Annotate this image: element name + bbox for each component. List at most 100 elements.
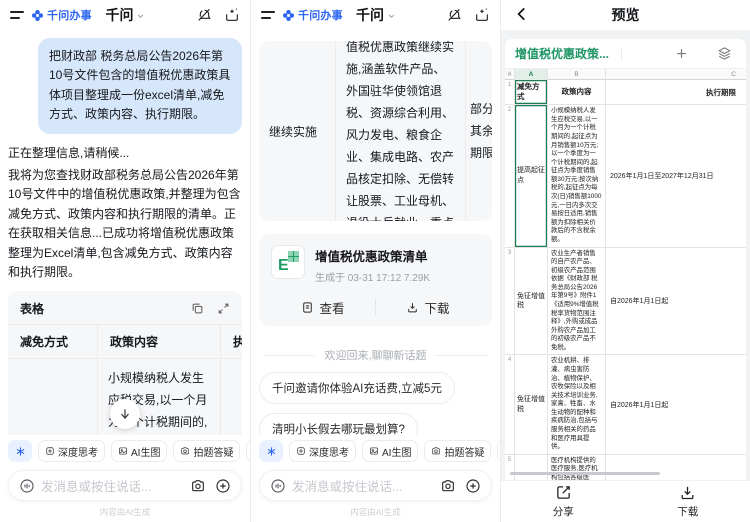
cell-period[interactable]: 自2026年1月1日起 xyxy=(606,355,746,453)
divider xyxy=(621,47,622,61)
add-sheet-icon[interactable] xyxy=(674,46,689,61)
sheet-tab[interactable]: 增值税优惠政策... xyxy=(515,45,609,62)
skills-chip[interactable] xyxy=(259,440,283,462)
preview-title: 预览 xyxy=(612,5,640,25)
horizontal-scrollbar[interactable] xyxy=(510,472,660,476)
download-file-button[interactable]: 下载 xyxy=(376,298,480,317)
cell-method[interactable]: 免征增值税 xyxy=(515,248,548,355)
ai-image-chip[interactable]: AI生图 xyxy=(362,440,418,462)
assistant-status-text: 正在整理信息,请稍候... xyxy=(8,144,242,161)
input-placeholder: 发消息或按住说话... xyxy=(292,476,440,495)
ai-image-icon xyxy=(118,446,128,456)
deep-think-chip[interactable]: 深度思考 xyxy=(38,440,105,462)
copy-icon[interactable] xyxy=(191,302,204,315)
photo-qa-chip[interactable]: 拍题答疑 xyxy=(424,440,491,462)
assistant-message-text: 我将为您查找财政部税务总局公告2026年第10号文件中的增值税优惠政策,并整理为… xyxy=(8,166,242,283)
chat-panel-left: 千问办事 千问 把财政部 税务总局公告2026年第10号文件包含的增值税优惠政策… xyxy=(0,0,250,522)
scroll-to-bottom-button[interactable] xyxy=(110,399,140,429)
cell-policy[interactable]: 小规模纳税人发生应税交易,以一个月为一个计税期间的,起征点为月销售额10万元;以… xyxy=(548,105,606,246)
ai-generated-note: 内容由AI生成 xyxy=(251,501,500,522)
cell-method[interactable]: 免征增值税 xyxy=(515,355,548,453)
expand-icon[interactable] xyxy=(217,302,230,315)
cell-policy[interactable]: 农业机耕、排灌、病虫害防治、植物保护、农牧保险以及相关技术培训业务,家禽、牲畜、… xyxy=(548,355,606,453)
cell-policy[interactable]: 医疗机构提供的医疗服务,医疗机构包括各级医院、门诊部、卫生院、疾控中心、妇幼保健… xyxy=(548,455,606,480)
cell-period[interactable]: 2026年1月1日至2027年12月31日 xyxy=(606,105,746,246)
cell-b1[interactable]: 政策内容 xyxy=(548,80,606,104)
input-placeholder: 发消息或按住说话... xyxy=(41,476,190,495)
menu-icon[interactable] xyxy=(261,11,275,18)
mute-icon[interactable] xyxy=(196,7,212,23)
tool-chips-row: 深度思考 AI生图 拍题答疑 AI生 xyxy=(251,440,500,462)
suggestion-chip[interactable]: 千问邀请你体验AI充话费,立减5元 xyxy=(259,372,455,404)
table-card-continued: 继续实施 值税优惠政策继续实施,涵盖软件产品、外国驻华使领馆退税、资源综合利用、… xyxy=(259,41,492,221)
preview-header: 预览 xyxy=(501,0,750,30)
model-selector[interactable]: 千问 xyxy=(356,5,395,25)
deep-think-chip[interactable]: 深度思考 xyxy=(289,440,356,462)
ai-image-label: AI生图 xyxy=(131,444,160,459)
view-file-label: 查看 xyxy=(319,298,344,317)
arrow-down-icon xyxy=(118,407,132,421)
chat-header: 千问办事 千问 xyxy=(251,0,500,30)
mute-icon[interactable] xyxy=(446,7,462,23)
back-button[interactable] xyxy=(513,5,531,23)
ai-generated-note: 内容由AI生成 xyxy=(0,501,250,522)
sheet-data-rows: 2 提高起征点 小规模纳税人发生应税交易,以一个月为一个计税期间的,起征点为月销… xyxy=(505,105,746,480)
skills-chip[interactable] xyxy=(8,440,32,462)
menu-icon[interactable] xyxy=(10,11,24,18)
file-meta: 生成于 03-31 17:12 7.29K xyxy=(315,269,430,284)
app-logo-text: 千问办事 xyxy=(298,7,343,23)
cell-period[interactable]: 自2026年1月1日起 xyxy=(606,248,746,355)
view-file-button[interactable]: 查看 xyxy=(271,298,375,317)
table-col-method: 减免方式 xyxy=(8,325,97,358)
cell-content: 值税优惠政策继续实施,涵盖软件产品、外国驻华使领馆退税、资源综合利用、风力发电、… xyxy=(346,41,455,221)
sheet-header-row: 1 减免方式 政策内容 执行期限 xyxy=(505,80,746,105)
cell-method[interactable]: 提高起征点 xyxy=(515,105,548,246)
sheets-layers-icon[interactable] xyxy=(717,46,732,61)
download-button[interactable]: 下载 xyxy=(626,481,750,522)
new-chat-icon[interactable] xyxy=(474,7,490,23)
table-col-content: 政策内容 xyxy=(97,325,220,358)
model-selector[interactable]: 千问 xyxy=(106,5,145,25)
share-button[interactable]: 分享 xyxy=(501,481,626,522)
download-label: 下载 xyxy=(677,504,698,519)
deep-think-icon xyxy=(296,446,306,456)
voice-icon[interactable] xyxy=(270,478,286,494)
voice-icon[interactable] xyxy=(19,478,35,494)
message-input[interactable]: 发消息或按住说话... xyxy=(259,470,492,501)
camera-icon[interactable] xyxy=(190,478,206,494)
model-title: 千问 xyxy=(356,5,384,25)
cell-c1[interactable]: 执行期限 xyxy=(606,80,746,104)
sparkle-icon xyxy=(266,446,277,457)
excel-file-icon: E xyxy=(271,245,305,279)
ai-video-chip[interactable]: AI生 xyxy=(497,440,500,462)
qianwen-logo-icon xyxy=(282,9,295,22)
ai-image-chip[interactable]: AI生图 xyxy=(111,440,167,462)
user-message-bubble: 把财政部 税务总局公告2026年第10号文件包含的增值税优惠政策具体项目整理成一… xyxy=(38,38,242,134)
row-number: 4 xyxy=(505,355,515,453)
cell-a1[interactable]: 减免方式 xyxy=(515,80,548,104)
new-chat-icon[interactable] xyxy=(224,7,240,23)
cell-method[interactable]: 免征增值税 xyxy=(515,455,548,480)
table-header-row: 减免方式 政策内容 执行期限 xyxy=(8,324,242,359)
preview-panel: 预览 增值税优惠政策... # A B C 1 减免方式 政策内容 执行期限 2 xyxy=(500,0,750,522)
chevron-down-icon xyxy=(137,12,145,20)
table-col-period: 执行期限 xyxy=(220,325,242,358)
sparkle-icon xyxy=(15,446,26,457)
cell-policy[interactable]: 农业生产者销售的自产农产品、初级农产品范围依据《财政部 税务总局公告2026年第… xyxy=(548,248,606,355)
plus-circle-icon[interactable] xyxy=(465,478,481,494)
photo-qa-icon xyxy=(431,446,441,456)
photo-qa-chip[interactable]: 拍题答疑 xyxy=(173,440,240,462)
sheet-row: 2 提高起征点 小规模纳税人发生应税交易,以一个月为一个计税期间的,起征点为月销… xyxy=(505,105,746,247)
session-divider: 欢迎回来,聊聊新话题 xyxy=(263,347,488,363)
ai-video-chip[interactable]: AI生 xyxy=(246,440,250,462)
message-input[interactable]: 发消息或按住说话... xyxy=(8,470,242,501)
share-icon xyxy=(555,484,572,501)
photo-qa-icon xyxy=(180,446,190,456)
camera-icon[interactable] xyxy=(440,478,456,494)
plus-circle-icon[interactable] xyxy=(215,478,231,494)
spreadsheet-preview[interactable]: # A B C 1 减免方式 政策内容 执行期限 2 提高起征点 小规模纳税人发… xyxy=(505,68,746,480)
row-number: 5 xyxy=(505,455,515,480)
chevron-down-icon xyxy=(387,12,395,20)
cell-period[interactable]: 自2026年1月1日起 xyxy=(606,455,746,480)
model-title: 千问 xyxy=(106,5,134,25)
